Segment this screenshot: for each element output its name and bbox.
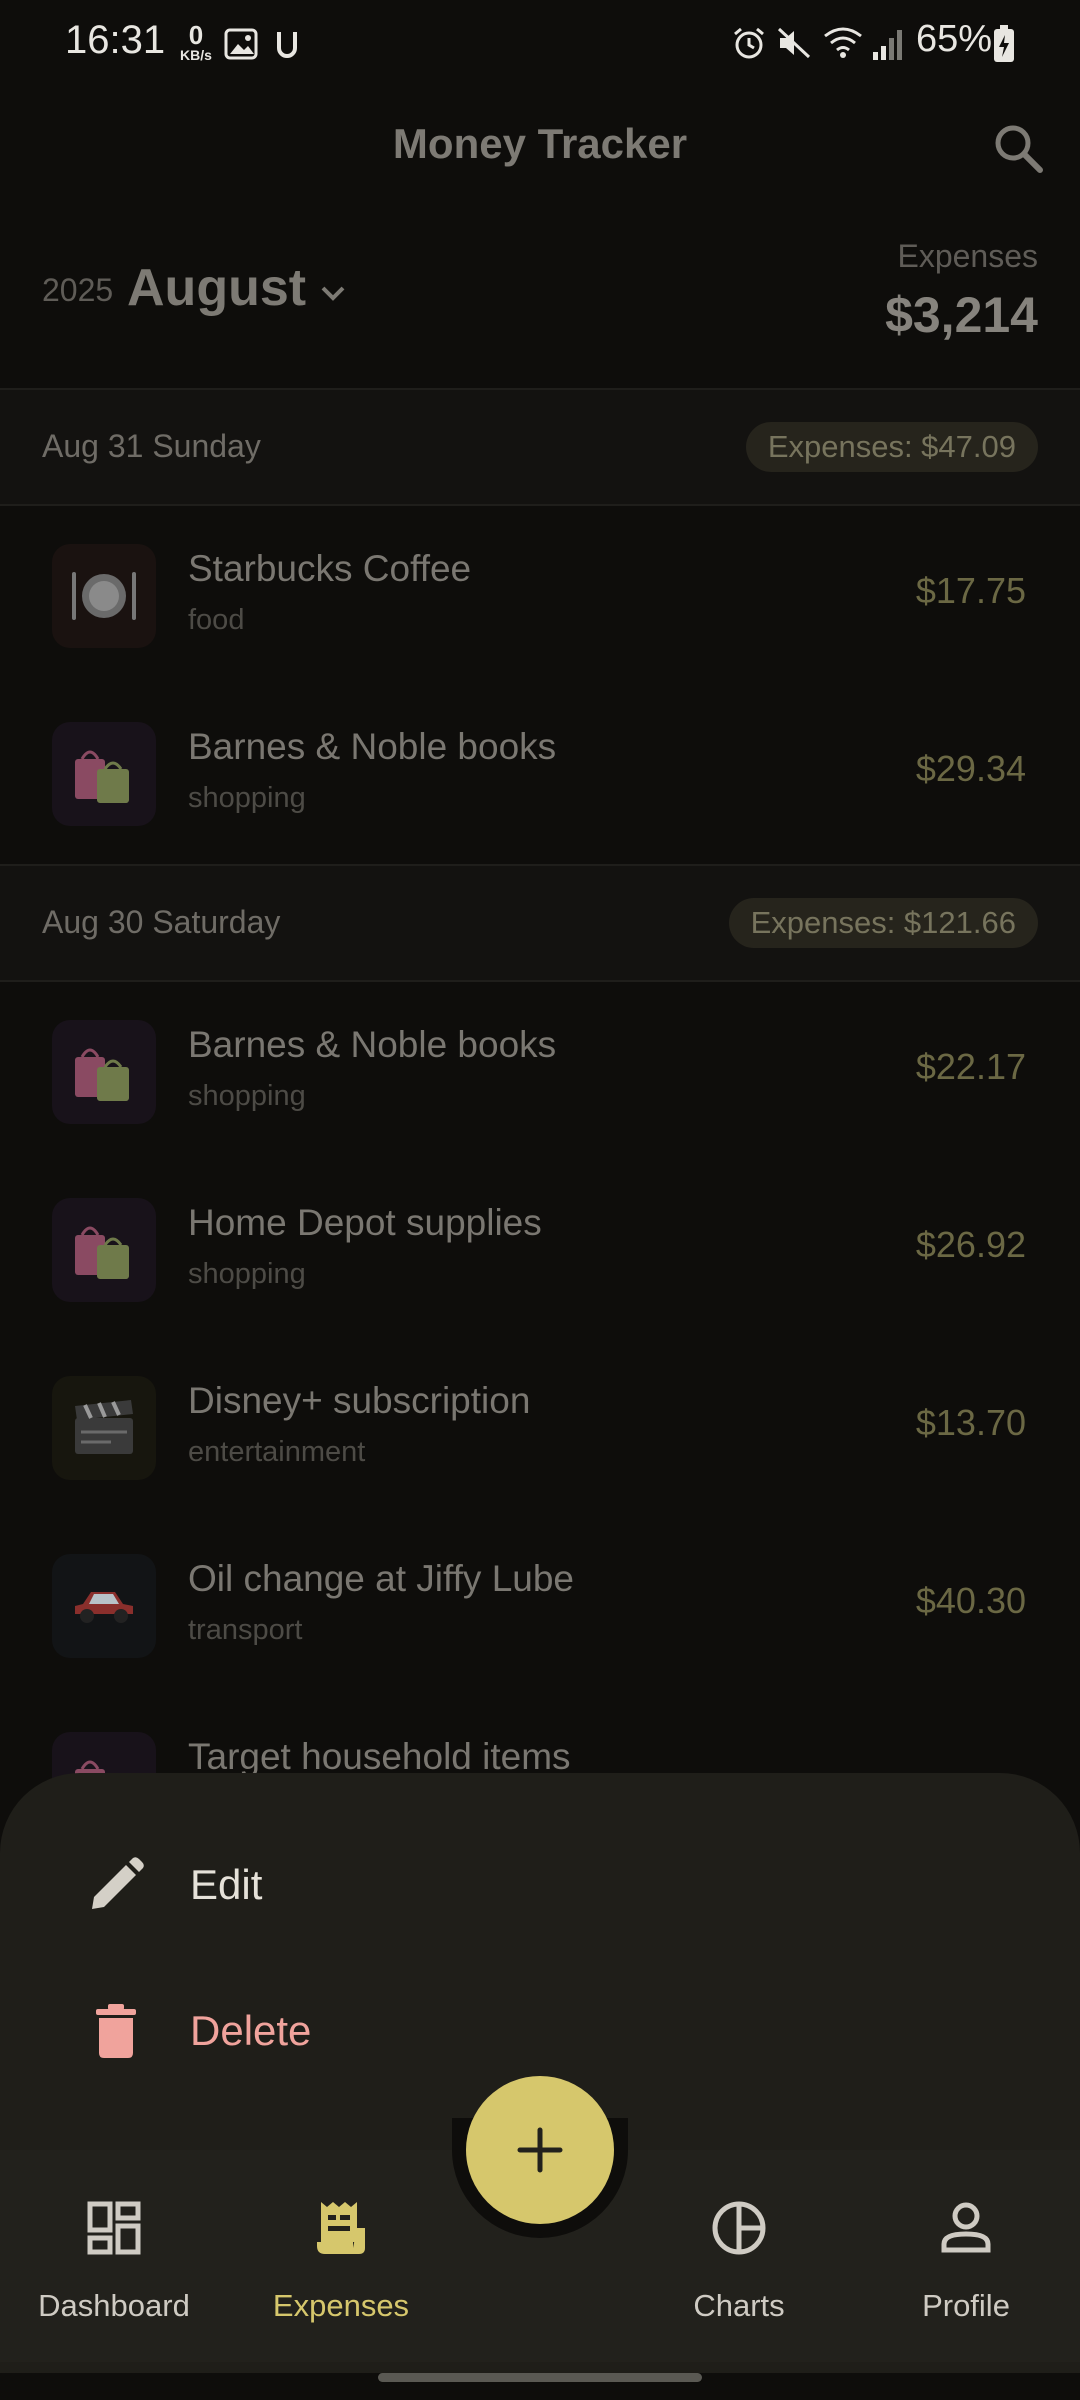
app-title: Money Tracker: [392, 120, 688, 167]
edit-label: Edit: [190, 1861, 263, 1908]
item-amount: $22.17: [915, 1046, 1026, 1087]
chevron-down-icon[interactable]: [318, 278, 348, 308]
item-name: Disney+ subscription: [188, 1380, 531, 1421]
day-date: Aug 31 Sunday: [42, 428, 261, 464]
search-icon[interactable]: [990, 120, 1046, 176]
car-icon: [52, 1554, 156, 1658]
divider: [0, 504, 1080, 506]
nav-charts[interactable]: Charts: [629, 2150, 849, 2362]
item-amount: $26.92: [915, 1224, 1026, 1265]
list-item[interactable]: Disney+ subscription entertainment $13.7…: [0, 1340, 1080, 1518]
wifi-icon: [824, 27, 862, 58]
nav-dashboard[interactable]: Dashboard: [4, 2150, 224, 2362]
gallery-icon: [224, 28, 258, 60]
list-item[interactable]: Barnes & Noble books shopping $29.34: [0, 686, 1080, 864]
day-header: Aug 31 Sunday Expenses: $47.09: [0, 390, 1080, 504]
trash-icon: [96, 2004, 136, 2058]
battery-charging-icon: [994, 25, 1014, 62]
list-item[interactable]: Oil change at Jiffy Lube transport $40.3…: [0, 1518, 1080, 1696]
net-speed-value: 0: [188, 20, 204, 50]
nav-expenses-label: Expenses: [272, 2288, 410, 2323]
item-name: Target household items: [188, 1736, 571, 1777]
person-icon: [941, 2202, 991, 2253]
dashboard-icon: [87, 2201, 141, 2255]
item-name: Starbucks Coffee: [188, 548, 472, 589]
day-total-badge: Expenses: $47.09: [745, 422, 1038, 472]
gesture-bar[interactable]: [378, 2373, 702, 2382]
nav-dashboard-label: Dashboard: [38, 2288, 190, 2323]
month-selector[interactable]: August: [127, 258, 306, 318]
list-item[interactable]: Home Depot supplies shopping $26.92: [0, 1162, 1080, 1340]
signal-icon: [873, 30, 902, 60]
status-bar: 16:31 0 KB/s 65%: [0, 0, 1080, 90]
divider: [0, 980, 1080, 982]
day-total-badge: Expenses: $121.66: [728, 898, 1038, 948]
nav-profile-label: Profile: [922, 2288, 1010, 2323]
delete-label: Delete: [190, 2007, 312, 2054]
item-name: Home Depot supplies: [188, 1202, 542, 1243]
battery-percent: 65%: [916, 18, 993, 60]
mute-icon: [777, 27, 811, 59]
clapperboard-icon: [52, 1376, 156, 1480]
shopping-bags-icon: [52, 722, 156, 826]
item-name: Barnes & Noble books: [188, 1024, 557, 1065]
item-name: Barnes & Noble books: [188, 726, 557, 767]
year-label: 2025: [42, 272, 114, 308]
item-category: entertainment: [188, 1436, 366, 1468]
pie-chart-icon: [712, 2201, 766, 2255]
item-category: shopping: [188, 1080, 306, 1112]
item-category: shopping: [188, 1258, 306, 1290]
plus-icon: [517, 2127, 563, 2173]
add-expense-button[interactable]: [466, 2076, 614, 2224]
net-speed: 0 KB/s: [176, 22, 216, 62]
expenses-total: $3,214: [885, 287, 1038, 343]
nav-expenses[interactable]: Expenses: [231, 2150, 451, 2362]
list-item[interactable]: Barnes & Noble books shopping $22.17: [0, 984, 1080, 1162]
item-category: shopping: [188, 782, 306, 814]
pencil-icon: [92, 1857, 144, 1909]
alarm-icon: [734, 27, 764, 59]
day-header: Aug 30 Saturday Expenses: $121.66: [0, 866, 1080, 980]
shopping-bags-icon: [52, 1020, 156, 1124]
nav-charts-label: Charts: [693, 2288, 785, 2323]
nav-profile[interactable]: Profile: [856, 2150, 1076, 2362]
receipt-icon: [317, 2202, 365, 2254]
item-category: food: [188, 604, 245, 636]
expenses-label: Expenses: [897, 238, 1038, 274]
plate-cutlery-icon: [52, 544, 156, 648]
item-amount: $17.75: [915, 570, 1026, 611]
day-date: Aug 30 Saturday: [42, 904, 281, 940]
item-category: transport: [188, 1614, 303, 1646]
list-item[interactable]: Starbucks Coffee food $17.75: [0, 508, 1080, 686]
shopping-bags-icon: [52, 1198, 156, 1302]
net-speed-unit: KB/s: [180, 47, 212, 63]
item-amount: $29.34: [915, 748, 1026, 789]
u-app-icon: [277, 32, 297, 58]
item-amount: $40.30: [915, 1580, 1026, 1621]
item-amount: $13.70: [915, 1402, 1026, 1443]
item-name: Oil change at Jiffy Lube: [188, 1558, 575, 1599]
edit-menu-item[interactable]: Edit: [0, 1817, 1080, 1957]
status-time: 16:31: [65, 18, 166, 62]
